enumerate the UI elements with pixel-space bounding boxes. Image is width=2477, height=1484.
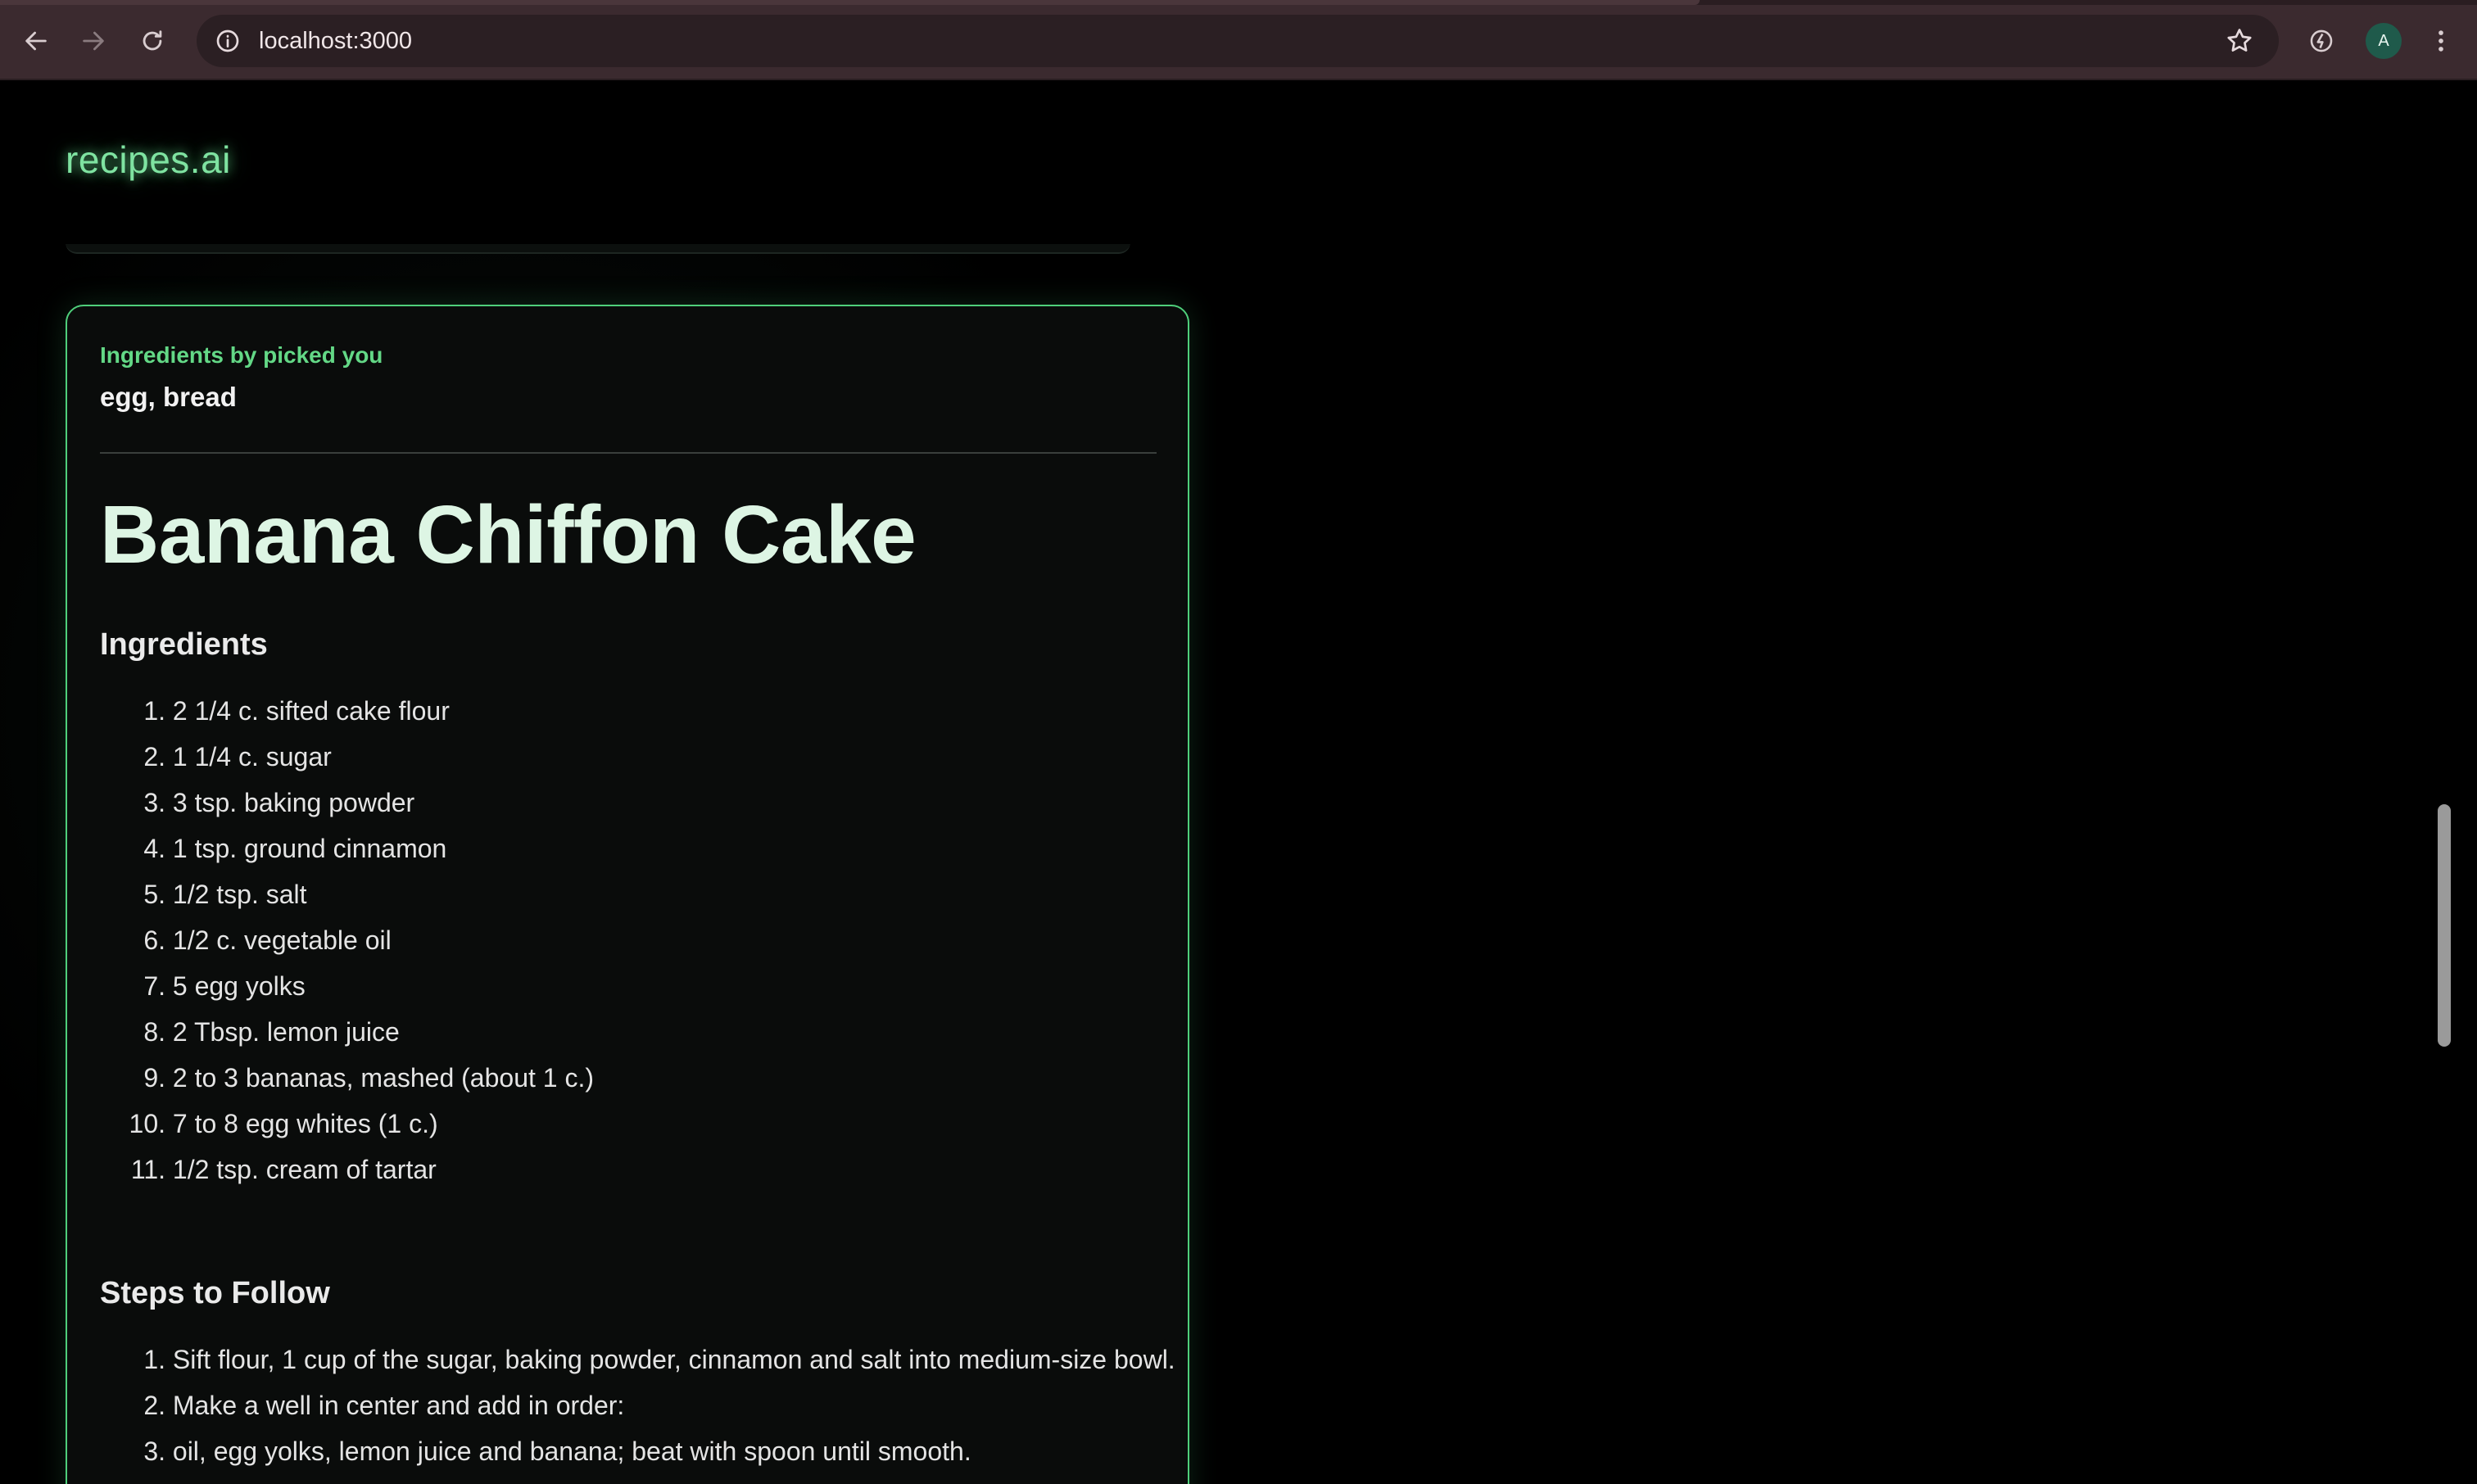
list-item-number: 2. bbox=[143, 742, 165, 771]
star-icon[interactable] bbox=[2225, 26, 2254, 56]
picked-ingredients-label: Ingredients by picked you bbox=[100, 342, 383, 368]
list-item-number: 1. bbox=[143, 696, 165, 726]
list-item-text: Make a well in center and add in order: bbox=[172, 1391, 625, 1420]
ingredients-heading: Ingredients bbox=[100, 627, 268, 662]
list-item-number: 2. bbox=[143, 1391, 165, 1420]
list-item-number: 8. bbox=[143, 1017, 165, 1047]
steps-list: 1. Sift flour, 1 cup of the sugar, bakin… bbox=[100, 1337, 1175, 1474]
info-icon[interactable] bbox=[213, 26, 242, 56]
list-item: 2. Make a well in center and add in orde… bbox=[100, 1382, 1175, 1428]
list-item: 3. 3 tsp. baking powder bbox=[100, 780, 594, 826]
list-item-number: 1. bbox=[143, 1345, 165, 1374]
list-item-text: 1/2 c. vegetable oil bbox=[172, 925, 392, 955]
kebab-menu-icon[interactable] bbox=[2425, 21, 2457, 61]
list-item-text: 3 tsp. baking powder bbox=[172, 788, 415, 817]
list-item-text: 2 to 3 bananas, mashed (about 1 c.) bbox=[172, 1063, 594, 1093]
list-item-number: 7. bbox=[143, 971, 165, 1001]
tab-strip-edge bbox=[0, 0, 2477, 5]
list-item-number: 3. bbox=[143, 788, 165, 817]
active-tab-edge[interactable] bbox=[0, 0, 1700, 5]
list-item: 4. 1 tsp. ground cinnamon bbox=[100, 826, 594, 871]
list-item: 7. 5 egg yolks bbox=[100, 963, 594, 1009]
list-item: 2. 1 1/4 c. sugar bbox=[100, 734, 594, 780]
browser-toolbar: localhost:3000 A bbox=[0, 0, 2477, 80]
list-item: 1. Sift flour, 1 cup of the sugar, bakin… bbox=[100, 1337, 1175, 1382]
list-item-number: 5. bbox=[143, 880, 165, 909]
recipe-title: Banana Chiffon Cake bbox=[100, 489, 917, 581]
list-item-text: 1/2 tsp. salt bbox=[172, 880, 307, 909]
list-item-text: 1 tsp. ground cinnamon bbox=[172, 834, 447, 863]
list-item-text: 1/2 tsp. cream of tartar bbox=[172, 1155, 437, 1184]
list-item: 3. oil, egg yolks, lemon juice and banan… bbox=[100, 1428, 1175, 1474]
scrollbar-thumb[interactable] bbox=[2438, 804, 2451, 1047]
site-header: recipes.ai bbox=[0, 82, 2477, 244]
extension-icon[interactable] bbox=[2302, 21, 2341, 61]
list-item: 11. 1/2 tsp. cream of tartar bbox=[100, 1147, 594, 1192]
list-item-text: 1 1/4 c. sugar bbox=[172, 742, 332, 771]
list-item-number: 9. bbox=[143, 1063, 165, 1093]
list-item-number: 4. bbox=[143, 834, 165, 863]
recipe-card: Ingredients by picked you egg, bread Ban… bbox=[66, 305, 1189, 1484]
list-item-number: 3. bbox=[143, 1436, 165, 1466]
list-item-text: 2 1/4 c. sifted cake flour bbox=[172, 696, 450, 726]
list-item-text: 5 egg yolks bbox=[172, 971, 306, 1001]
list-item: 5. 1/2 tsp. salt bbox=[100, 871, 594, 917]
reload-button[interactable] bbox=[131, 20, 174, 62]
page-viewport: recipes.ai Ingredients by picked you egg… bbox=[0, 82, 2477, 1484]
steps-heading: Steps to Follow bbox=[100, 1276, 330, 1310]
list-item: 6. 1/2 c. vegetable oil bbox=[100, 917, 594, 963]
arrow-left-icon bbox=[25, 31, 47, 51]
picked-ingredients-values: egg, bread bbox=[100, 382, 237, 412]
ingredients-list: 1. 2 1/4 c. sifted cake flour 2. 1 1/4 c… bbox=[100, 688, 594, 1192]
previous-card-edge bbox=[66, 242, 1130, 254]
profile-avatar[interactable]: A bbox=[2366, 23, 2402, 59]
reload-icon bbox=[143, 30, 162, 51]
list-item-number: 6. bbox=[143, 925, 165, 955]
arrow-right-icon bbox=[83, 31, 104, 51]
list-item: 9. 2 to 3 bananas, mashed (about 1 c.) bbox=[100, 1055, 594, 1101]
back-button[interactable] bbox=[15, 20, 57, 62]
list-item-text: oil, egg yolks, lemon juice and banana; … bbox=[172, 1436, 971, 1466]
forward-button[interactable] bbox=[72, 20, 115, 62]
list-item-text: 2 Tbsp. lemon juice bbox=[172, 1017, 400, 1047]
site-logo[interactable]: recipes.ai bbox=[66, 138, 231, 182]
address-bar[interactable]: localhost:3000 bbox=[197, 15, 2279, 67]
list-item: 8. 2 Tbsp. lemon juice bbox=[100, 1009, 594, 1055]
list-item: 10. 7 to 8 egg whites (1 c.) bbox=[100, 1101, 594, 1147]
list-item-number: 11. bbox=[130, 1155, 165, 1184]
list-item: 1. 2 1/4 c. sifted cake flour bbox=[100, 688, 594, 734]
list-item-number: 10. bbox=[129, 1109, 165, 1138]
list-item-text: 7 to 8 egg whites (1 c.) bbox=[172, 1109, 438, 1138]
url-text[interactable]: localhost:3000 bbox=[259, 28, 412, 55]
list-item-text: Sift flour, 1 cup of the sugar, baking p… bbox=[172, 1345, 1175, 1374]
divider bbox=[100, 452, 1157, 454]
